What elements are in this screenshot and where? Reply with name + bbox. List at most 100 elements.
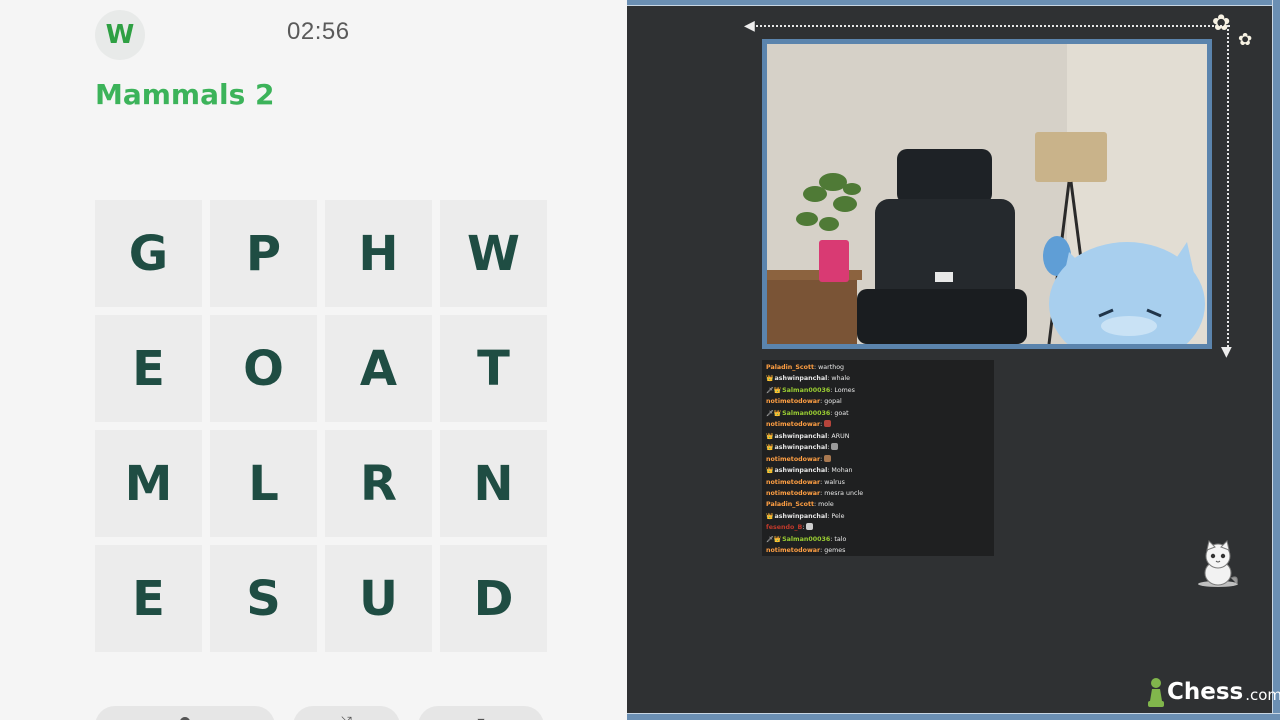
chat-username[interactable]: Salman00036 bbox=[782, 387, 830, 394]
game-logo[interactable]: W bbox=[95, 10, 145, 60]
letter-tile[interactable]: O bbox=[210, 315, 317, 422]
frame-border-bottom bbox=[627, 713, 1280, 720]
letter-tile[interactable]: A bbox=[325, 315, 432, 422]
shuffle-button[interactable]: ⤨ bbox=[293, 706, 400, 720]
chat-username[interactable]: ashwinpanchal bbox=[774, 513, 827, 520]
chat-text: Lomes bbox=[834, 386, 855, 394]
chat-username[interactable]: Paladin_Scott bbox=[766, 364, 814, 371]
enter-icon: ▾ bbox=[477, 714, 484, 720]
letter-tile[interactable]: P bbox=[210, 200, 317, 307]
chat-message: notimetodowar: mesra uncle bbox=[766, 488, 990, 499]
chat-username[interactable]: notimetodowar bbox=[766, 421, 820, 428]
screen: W 02:56 Mammals 2 G P H W E O A T M L R … bbox=[0, 0, 1280, 720]
submit-button[interactable]: ▾ bbox=[418, 706, 544, 720]
hint-button[interactable]: ● bbox=[95, 706, 275, 720]
chat-username[interactable]: fesendo_B bbox=[766, 524, 802, 531]
chat-emote-icon bbox=[831, 443, 839, 451]
chat-text: mole bbox=[818, 501, 834, 509]
chat-badge-icon: 👑 bbox=[766, 375, 774, 383]
chat-emote-icon bbox=[824, 454, 832, 462]
chat-message: 🗡👑Salman00036: talo bbox=[766, 534, 990, 545]
letter-tile[interactable]: E bbox=[95, 545, 202, 652]
frame-border-top bbox=[627, 0, 1280, 6]
chat-username[interactable]: ashwinpanchal bbox=[774, 433, 827, 440]
chat-message: 👑ashwinpanchal: whale bbox=[766, 373, 990, 384]
letter-tile[interactable]: S bbox=[210, 545, 317, 652]
letter-tile[interactable]: T bbox=[440, 315, 547, 422]
flower-icon: ✿ bbox=[1238, 30, 1253, 50]
sponsor-domain: .com bbox=[1245, 686, 1280, 704]
chat-message: notimetodowar: bbox=[766, 454, 990, 465]
chat-badge-icon: 🗡👑 bbox=[766, 386, 782, 394]
arrow-down-icon: ▼ bbox=[1221, 344, 1232, 360]
sponsor-name: Chess bbox=[1167, 679, 1244, 705]
chat-message: notimetodowar: bbox=[766, 419, 990, 430]
chat-badge-icon: 🗡👑 bbox=[766, 409, 782, 417]
chat-message: 🗡👑Salman00036: Lomes bbox=[766, 385, 990, 396]
pawn-icon bbox=[1148, 678, 1164, 707]
chat-message: 👑ashwinpanchal: bbox=[766, 442, 990, 453]
chat-username[interactable]: Salman00036 bbox=[782, 536, 830, 543]
dotted-line-horizontal bbox=[752, 25, 1230, 27]
chat-username[interactable]: notimetodowar bbox=[766, 398, 820, 405]
chat-text: whale bbox=[831, 375, 851, 383]
chat-username[interactable]: notimetodowar bbox=[766, 456, 820, 463]
chat-text: mesra uncle bbox=[824, 489, 864, 497]
letter-grid: G P H W E O A T M L R N E S U D bbox=[95, 200, 547, 652]
letter-tile[interactable]: R bbox=[325, 430, 432, 537]
bottom-button-row: ● ⤨ ▾ bbox=[95, 706, 544, 720]
chat-message: 👑ashwinpanchal: Mohan bbox=[766, 465, 990, 476]
cat-mascot-image bbox=[1198, 540, 1238, 587]
chat-badge-icon: 👑 bbox=[766, 444, 774, 452]
letter-tile[interactable]: U bbox=[325, 545, 432, 652]
arrow-left-icon: ◀ bbox=[744, 18, 755, 34]
chat-username[interactable]: notimetodowar bbox=[766, 479, 820, 486]
puzzle-title: Mammals 2 bbox=[95, 78, 275, 111]
chat-message: notimetodowar: gopal bbox=[766, 396, 990, 407]
chat-badge-icon: 👑 bbox=[766, 467, 774, 475]
letter-tile[interactable]: H bbox=[325, 200, 432, 307]
chat-text: gopal bbox=[824, 398, 842, 406]
chat-emote-icon bbox=[824, 420, 832, 428]
logo-letter: W bbox=[105, 20, 135, 50]
chat-text: talo bbox=[834, 535, 847, 543]
letter-tile[interactable]: W bbox=[440, 200, 547, 307]
chat-message: Paladin_Scott: warthog bbox=[766, 362, 990, 373]
chat-message: 👑ashwinpanchal: Pele bbox=[766, 511, 990, 522]
letter-tile[interactable]: N bbox=[440, 430, 547, 537]
countdown-timer: 02:56 bbox=[287, 18, 350, 45]
chat-text: walrus bbox=[824, 478, 845, 486]
shuffle-icon: ⤨ bbox=[341, 714, 352, 720]
flower-icon: ✿ bbox=[1212, 11, 1231, 36]
chat-username[interactable]: ashwinpanchal bbox=[774, 375, 827, 382]
chat-emote-icon bbox=[806, 523, 814, 531]
chat-message: fesendo_B: bbox=[766, 522, 990, 533]
stream-overlay: ◀ ▼ ✿ ✿ Paladin_Scott: warthog 👑ashwinpa… bbox=[627, 0, 1280, 720]
chat-message: notimetodowar: gemes bbox=[766, 545, 990, 556]
lightbulb-icon: ● bbox=[179, 714, 191, 720]
chat-badge-icon: 👑 bbox=[766, 512, 774, 520]
chat-username[interactable]: Salman00036 bbox=[782, 410, 830, 417]
webcam-scene-image bbox=[767, 44, 1207, 344]
chat-message: 🗡👑Salman00036: goat bbox=[766, 408, 990, 419]
letter-tile[interactable]: L bbox=[210, 430, 317, 537]
chat-text: goat bbox=[834, 409, 849, 417]
chat-username[interactable]: notimetodowar bbox=[766, 547, 820, 554]
chat-message: notimetodowar: walrus bbox=[766, 477, 990, 488]
chat-username[interactable]: notimetodowar bbox=[766, 490, 820, 497]
letter-tile[interactable]: M bbox=[95, 430, 202, 537]
letter-tile[interactable]: E bbox=[95, 315, 202, 422]
letter-tile[interactable]: G bbox=[95, 200, 202, 307]
chat-username[interactable]: ashwinpanchal bbox=[774, 444, 827, 451]
chat-text: Mohan bbox=[831, 467, 853, 475]
frame-border-right bbox=[1272, 0, 1280, 720]
chat-text: ARUN bbox=[831, 432, 850, 440]
chat-username[interactable]: Paladin_Scott bbox=[766, 501, 814, 508]
stream-chat: Paladin_Scott: warthog 👑ashwinpanchal: wh… bbox=[762, 360, 994, 556]
chat-text: gemes bbox=[824, 547, 846, 555]
chat-badge-icon: 🗡👑 bbox=[766, 535, 782, 543]
letter-tile[interactable]: D bbox=[440, 545, 547, 652]
webcam-feed bbox=[762, 39, 1212, 349]
chat-username[interactable]: ashwinpanchal bbox=[774, 467, 827, 474]
chat-message: Paladin_Scott: mole bbox=[766, 499, 990, 510]
